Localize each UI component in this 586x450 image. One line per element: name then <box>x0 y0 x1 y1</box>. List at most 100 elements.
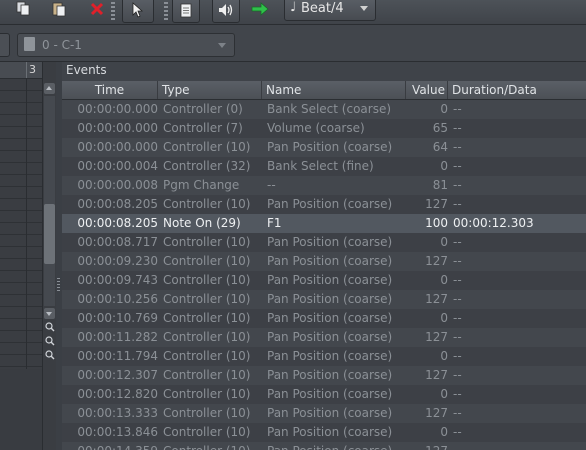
cell-duration: -- <box>453 102 462 116</box>
cell-type: Controller (0) <box>163 102 243 116</box>
toolbar-grip-2[interactable] <box>164 0 168 22</box>
cell-name: Pan Position (coarse) <box>267 254 393 268</box>
cell-duration: -- <box>453 292 462 306</box>
cell-type: Controller (10) <box>163 311 251 325</box>
cell-duration: -- <box>453 387 462 401</box>
cell-duration: -- <box>453 349 462 363</box>
cell-time: 00:00:14.359 <box>62 442 158 450</box>
speaker-icon <box>219 4 233 16</box>
table-row[interactable]: 00:00:11.794 Controller (10) Pan Position … <box>62 347 586 366</box>
cell-name: Pan Position (coarse) <box>267 349 393 363</box>
cell-time: 00:00:13.846 <box>77 425 158 439</box>
cell-name: -- <box>267 178 276 192</box>
zoom-fit-icon[interactable] <box>43 349 56 361</box>
cell-value: 81 <box>432 178 448 192</box>
column-header-time[interactable]: Time <box>62 81 158 99</box>
table-row[interactable]: 00:00:00.000 Controller (7) Volume (coarse… <box>62 119 586 138</box>
copy-icon[interactable] <box>10 0 36 21</box>
zoom-out-icon[interactable] <box>43 335 56 347</box>
pane-splitter[interactable] <box>57 278 60 292</box>
column-header-name[interactable]: Name <box>262 81 406 99</box>
document-button[interactable] <box>172 0 200 23</box>
table-row[interactable]: 00:00:10.256 Controller (10) Pan Position … <box>62 290 586 309</box>
events-table-body[interactable]: 00:00:00.000 Controller (0) Bank Select (c… <box>62 100 586 450</box>
cell-time: 00:00:12.307 <box>77 368 158 382</box>
pointer-tool-button[interactable] <box>122 0 154 23</box>
vertical-scrollbar[interactable] <box>42 62 56 450</box>
scroll-up-button[interactable] <box>44 83 55 94</box>
table-row[interactable]: 00:00:00.000 Controller (10) Pan Position … <box>62 138 586 157</box>
note-grid[interactable] <box>0 79 42 369</box>
table-row[interactable]: 00:00:00.004 Controller (32) Bank Select (… <box>62 157 586 176</box>
table-row[interactable]: 00:00:14.359 Controller (10) Pan Position … <box>62 442 586 450</box>
cell-duration: -- <box>453 140 462 154</box>
zoom-in-icon[interactable] <box>43 321 56 333</box>
cell-name: Pan Position (coarse) <box>267 273 393 287</box>
table-row[interactable]: 00:00:12.820 Controller (10) Pan Position … <box>62 385 586 404</box>
scroll-thumb[interactable] <box>44 204 55 264</box>
table-row[interactable]: 00:00:13.333 Controller (10) Pan Position … <box>62 404 586 423</box>
table-row[interactable]: 00:00:08.205 Note On (29) F1 100 00:00:12.30… <box>62 214 586 233</box>
cell-value: 100 <box>425 216 448 230</box>
events-title: Events <box>66 63 107 77</box>
cell-name: Pan Position (coarse) <box>267 292 393 306</box>
cell-name: Pan Position (coarse) <box>267 368 393 382</box>
table-row[interactable]: 00:00:08.717 Controller (10) Pan Position … <box>62 233 586 252</box>
cell-name: Pan Position (coarse) <box>267 387 393 401</box>
cell-time: 00:00:08.717 <box>77 235 158 249</box>
cell-duration: -- <box>453 330 462 344</box>
grid-beat-line <box>26 79 27 369</box>
toolbar-grip[interactable] <box>111 0 115 22</box>
cell-type: Controller (7) <box>163 121 243 135</box>
track-select[interactable]: 0 - C-1 <box>17 33 235 57</box>
step-record-icon[interactable] <box>247 0 273 21</box>
quantize-value: Beat/4 <box>301 1 344 16</box>
cell-value: 0 <box>440 349 448 363</box>
cell-type: Controller (10) <box>163 140 251 154</box>
cell-name: F1 <box>267 216 282 230</box>
table-row[interactable]: 00:00:09.743 Controller (10) Pan Position … <box>62 271 586 290</box>
cell-time: 00:00:13.333 <box>77 406 158 420</box>
table-row[interactable]: 00:00:00.008 Pgm Change -- 81 -- <box>62 176 586 195</box>
table-row[interactable]: 00:00:11.282 Controller (10) Pan Position … <box>62 328 586 347</box>
scroll-track[interactable] <box>44 96 55 306</box>
track-bar: 0 - C-1 <box>0 25 586 62</box>
cell-type: Controller (10) <box>163 406 251 420</box>
table-row[interactable]: 00:00:00.000 Controller (0) Bank Select (c… <box>62 100 586 119</box>
delete-icon[interactable] <box>84 0 110 21</box>
table-row[interactable]: 00:00:13.846 Controller (10) Pan Position … <box>62 423 586 442</box>
cell-value: 0 <box>440 311 448 325</box>
track-document-icon <box>24 37 35 51</box>
table-row[interactable]: 00:00:09.230 Controller (10) Pan Position … <box>62 252 586 271</box>
cell-name: Pan Position (coarse) <box>267 442 412 450</box>
quantize-select[interactable]: ♩ Beat/4 <box>284 0 376 21</box>
cell-name: Pan Position (coarse) <box>267 140 393 154</box>
scroll-down-button[interactable] <box>44 308 55 319</box>
cell-value: 127 <box>425 292 448 306</box>
column-header-type[interactable]: Type <box>158 81 262 99</box>
cell-time: 00:00:09.743 <box>77 273 158 287</box>
cell-value: 0 <box>440 159 448 173</box>
speaker-button[interactable] <box>212 0 240 23</box>
cell-type: Note On (29) <box>163 216 241 230</box>
pointer-icon <box>132 2 144 18</box>
track-bar-button[interactable] <box>0 33 10 57</box>
table-row[interactable]: 00:00:08.205 Controller (10) Pan Position … <box>62 195 586 214</box>
timeline-ruler[interactable]: 3 <box>0 62 42 79</box>
piano-roll[interactable]: 3 <box>0 62 42 450</box>
cell-value: 0 <box>440 425 448 439</box>
cell-name: Bank Select (coarse) <box>267 102 392 116</box>
cell-value: 0 <box>440 235 448 249</box>
cell-duration: -- <box>453 159 462 173</box>
track-select-label: 0 - C-1 <box>42 38 82 52</box>
cell-type: Pgm Change <box>163 178 240 192</box>
column-header-value[interactable]: Value <box>406 81 448 99</box>
cell-duration: -- <box>453 178 462 192</box>
table-row[interactable]: 00:00:10.769 Controller (10) Pan Position … <box>62 309 586 328</box>
cell-time: 00:00:00.004 <box>77 159 158 173</box>
paste-icon[interactable] <box>46 0 72 21</box>
cell-duration: -- <box>453 235 462 249</box>
column-header-duration[interactable]: Duration/Data <box>448 81 586 99</box>
cell-time: 00:00:08.205 <box>77 197 158 211</box>
table-row[interactable]: 00:00:12.307 Controller (10) Pan Position … <box>62 366 586 385</box>
